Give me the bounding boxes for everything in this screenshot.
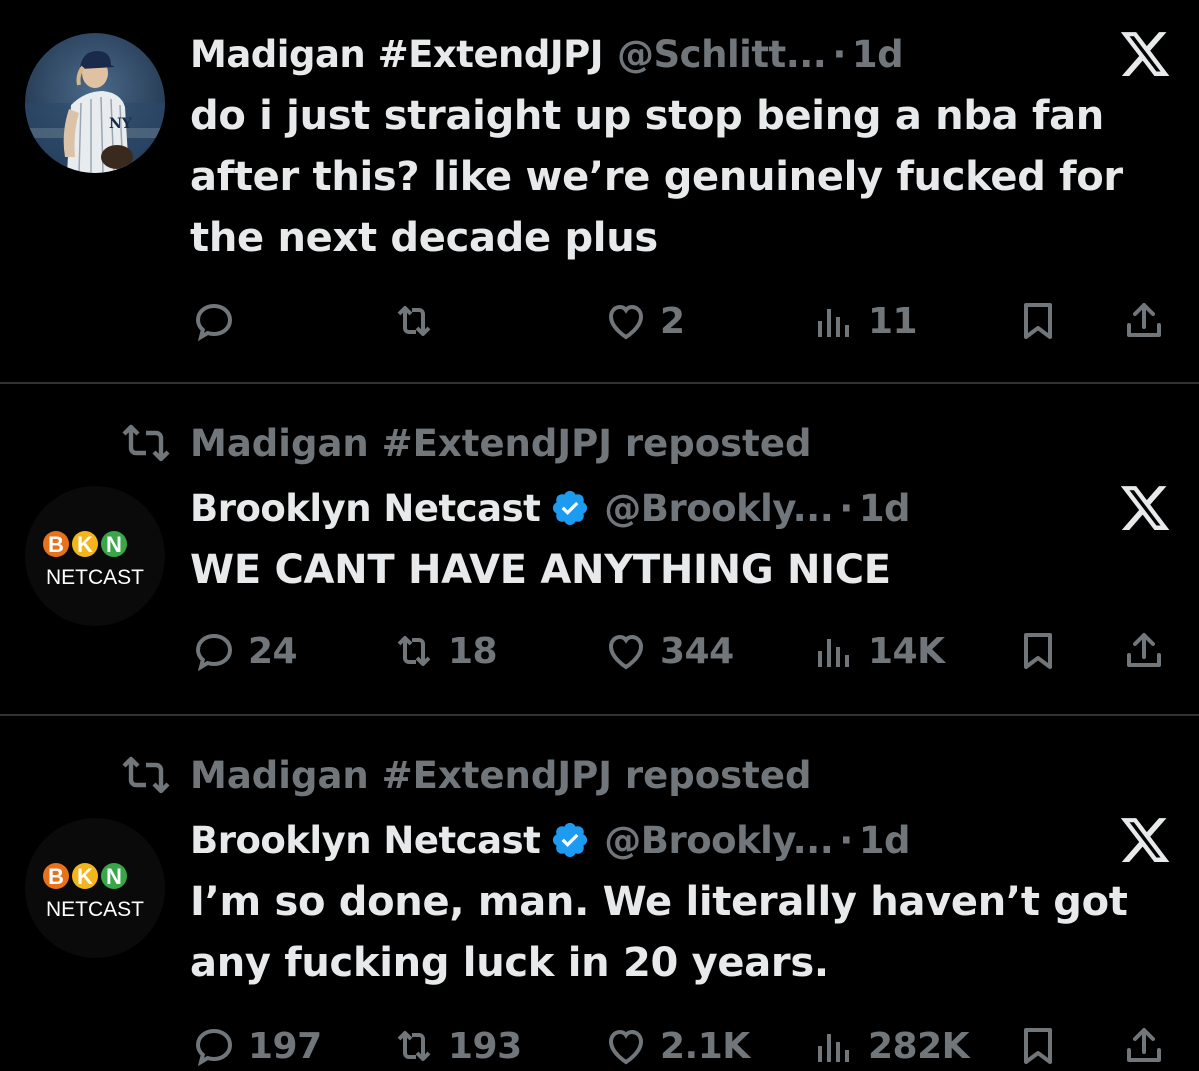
svg-text:B: B bbox=[48, 532, 64, 557]
tweet-header: Brooklyn Netcast @Brookly... · 1d bbox=[190, 483, 911, 533]
like-button[interactable]: 2 bbox=[602, 296, 685, 346]
like-icon bbox=[608, 1029, 644, 1065]
separator-dot: · bbox=[839, 486, 853, 530]
views-button[interactable]: 11 bbox=[810, 296, 918, 346]
avatar[interactable]: B K N NETCAST bbox=[25, 818, 165, 958]
action-bar: 2 11 bbox=[190, 296, 1180, 346]
tweet-2[interactable]: Madigan #ExtendJPJ reposted B K N NETCAS… bbox=[0, 384, 1199, 714]
avatar[interactable]: B K N NETCAST bbox=[25, 486, 165, 626]
repost-button[interactable]: 18 bbox=[390, 626, 498, 676]
action-bar: 24 18 344 14K bbox=[190, 626, 1180, 676]
display-name[interactable]: Brooklyn Netcast bbox=[190, 487, 541, 530]
view-count: 282K bbox=[868, 1025, 970, 1067]
x-logo-icon[interactable] bbox=[1118, 27, 1172, 81]
svg-text:N: N bbox=[106, 532, 122, 557]
repost-indicator[interactable]: Madigan #ExtendJPJ reposted bbox=[120, 752, 811, 798]
svg-text:K: K bbox=[77, 532, 93, 557]
reply-icon bbox=[195, 1028, 233, 1067]
views-button[interactable]: 14K bbox=[810, 626, 945, 676]
bkn-netcast-logo: B K N NETCAST bbox=[25, 486, 165, 626]
bookmark-button[interactable] bbox=[1014, 626, 1062, 676]
timestamp[interactable]: 1d bbox=[859, 819, 911, 862]
share-icon bbox=[1127, 1028, 1161, 1062]
svg-text:B: B bbox=[48, 864, 64, 889]
tweet-3[interactable]: Madigan #ExtendJPJ reposted B K N NETCAS… bbox=[0, 716, 1199, 1067]
repost-icon bbox=[397, 1031, 431, 1061]
x-logo-icon[interactable] bbox=[1118, 481, 1172, 535]
repost-icon bbox=[122, 424, 170, 462]
repost-count: 193 bbox=[448, 1025, 522, 1067]
views-icon bbox=[818, 1034, 849, 1062]
timestamp[interactable]: 1d bbox=[852, 33, 904, 76]
repost-icon bbox=[122, 756, 170, 794]
display-name[interactable]: Madigan #ExtendJPJ bbox=[190, 33, 604, 76]
share-icon bbox=[1127, 633, 1161, 667]
display-name[interactable]: Brooklyn Netcast bbox=[190, 819, 541, 862]
repost-label: Madigan #ExtendJPJ reposted bbox=[190, 753, 812, 797]
repost-icon bbox=[397, 636, 431, 666]
bkn-netcast-logo: B K N NETCAST bbox=[25, 818, 165, 958]
tweet-header: Brooklyn Netcast @Brookly... · 1d bbox=[190, 815, 911, 865]
reply-icon bbox=[195, 303, 233, 342]
tweet-1[interactable]: NY Madigan #ExtendJPJ @Schlitt... · 1d d… bbox=[0, 0, 1199, 384]
svg-text:NETCAST: NETCAST bbox=[46, 566, 144, 589]
svg-text:NY: NY bbox=[109, 116, 133, 132]
baseball-player-photo: NY bbox=[25, 33, 165, 173]
reply-button[interactable]: 24 bbox=[190, 626, 298, 676]
views-icon bbox=[818, 639, 849, 667]
handle[interactable]: @Schlitt... bbox=[617, 33, 827, 76]
share-icon bbox=[1127, 303, 1161, 337]
like-count: 2 bbox=[660, 300, 685, 342]
verified-badge-icon bbox=[553, 490, 588, 526]
views-icon bbox=[818, 309, 849, 337]
bookmark-icon bbox=[1024, 303, 1052, 339]
like-icon bbox=[608, 304, 644, 340]
svg-text:N: N bbox=[106, 864, 122, 889]
tweet-header: Madigan #ExtendJPJ @Schlitt... · 1d bbox=[190, 29, 904, 79]
repost-count: 18 bbox=[448, 630, 498, 672]
reply-count: 24 bbox=[248, 630, 298, 672]
reply-icon bbox=[195, 633, 233, 672]
share-button[interactable] bbox=[1120, 626, 1168, 676]
view-count: 14K bbox=[868, 630, 945, 672]
repost-button[interactable] bbox=[390, 296, 448, 346]
avatar[interactable]: NY bbox=[25, 33, 165, 173]
bookmark-icon bbox=[1024, 633, 1052, 669]
separator-dot: · bbox=[839, 818, 853, 862]
repost-indicator[interactable]: Madigan #ExtendJPJ reposted bbox=[120, 420, 811, 466]
tweet-text: WE CANT HAVE ANYTHING NICE bbox=[190, 547, 891, 593]
view-count: 11 bbox=[868, 300, 918, 342]
bookmark-icon bbox=[1024, 1028, 1052, 1064]
x-logo-icon[interactable] bbox=[1118, 813, 1172, 867]
like-button[interactable]: 344 bbox=[602, 626, 734, 676]
like-icon bbox=[608, 634, 644, 670]
svg-text:NETCAST: NETCAST bbox=[46, 898, 144, 921]
repost-label: Madigan #ExtendJPJ reposted bbox=[190, 421, 812, 465]
svg-text:K: K bbox=[77, 864, 93, 889]
handle[interactable]: @Brookly... bbox=[604, 487, 833, 530]
bookmark-button[interactable] bbox=[1014, 296, 1062, 346]
handle[interactable]: @Brookly... bbox=[604, 819, 833, 862]
repost-icon bbox=[397, 306, 431, 336]
reply-button[interactable] bbox=[190, 296, 248, 346]
timestamp[interactable]: 1d bbox=[859, 487, 911, 530]
like-count: 2.1K bbox=[660, 1025, 750, 1067]
reply-count: 197 bbox=[248, 1025, 322, 1067]
share-button[interactable] bbox=[1120, 296, 1168, 346]
tweet-text: I’m so done, man. We literally haven’t g… bbox=[190, 879, 1128, 986]
verified-badge-icon bbox=[553, 822, 588, 858]
tweet-text: do i just straight up stop being a nba f… bbox=[190, 93, 1123, 261]
like-count: 344 bbox=[660, 630, 734, 672]
separator-dot: · bbox=[832, 32, 846, 76]
